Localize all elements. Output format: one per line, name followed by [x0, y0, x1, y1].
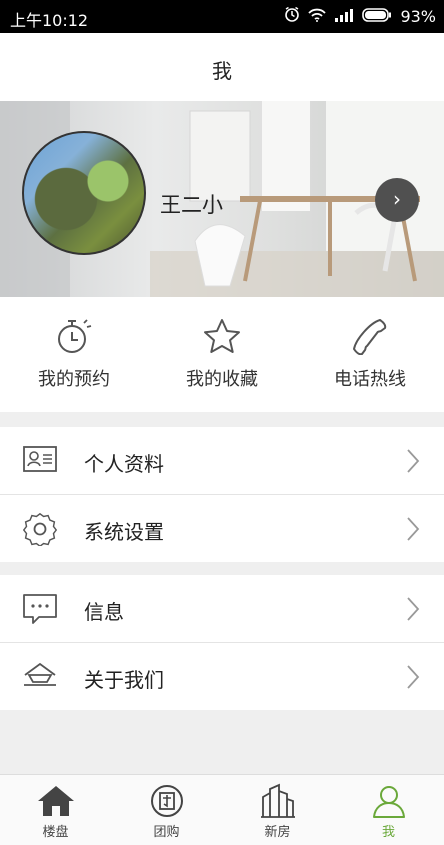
tab-label: 团购 [153, 825, 180, 840]
wifi-icon [308, 7, 327, 26]
tab-group-buy[interactable]: 团购 [111, 783, 222, 840]
id-card-icon [22, 444, 58, 478]
tab-bar: 楼盘 团购 新房 我 [0, 774, 444, 845]
menu-item-settings[interactable]: 系统设置 [0, 495, 444, 562]
menu-item-about[interactable]: 关于我们 [0, 643, 444, 710]
buildings-icon [222, 783, 333, 819]
user-icon [333, 783, 444, 819]
about-icon [22, 660, 58, 694]
status-bar: 上午10:12 93% [0, 0, 444, 33]
status-time: 上午10:12 [10, 11, 89, 30]
menu-item-label: 个人资料 [84, 452, 164, 476]
menu-group-account: 个人资料 系统设置 [0, 427, 444, 562]
menu-item-profile[interactable]: 个人资料 [0, 427, 444, 495]
gear-icon [22, 512, 58, 550]
profile-name: 王二小 [160, 193, 223, 217]
chevron-right-icon: › [393, 187, 401, 211]
menu-item-label: 信息 [84, 600, 124, 624]
quick-action-label: 我的预约 [38, 369, 110, 390]
battery-percent: 93% [400, 6, 436, 26]
alarm-icon [284, 6, 300, 26]
tab-me[interactable]: 我 [333, 783, 444, 840]
title-bar: 我 [0, 33, 444, 101]
quick-action-hotline[interactable]: 电话热线 [296, 317, 444, 391]
chevron-right-icon [406, 448, 420, 478]
quick-action-label: 电话热线 [334, 369, 406, 390]
tab-label: 楼盘 [42, 825, 69, 840]
tab-label: 我 [381, 825, 395, 840]
signal-icon [334, 7, 354, 26]
tab-properties[interactable]: 楼盘 [0, 783, 111, 840]
chevron-right-icon [406, 596, 420, 626]
menu-item-messages[interactable]: 信息 [0, 575, 444, 643]
message-icon [22, 592, 58, 630]
quick-action-favorites[interactable]: 我的收藏 [148, 317, 296, 391]
star-icon [148, 317, 296, 355]
quick-actions: 我的预约 我的收藏 电话热线 [0, 297, 444, 412]
tab-new-homes[interactable]: 新房 [222, 783, 333, 840]
status-icons: 93% [284, 6, 436, 26]
stopwatch-icon [0, 317, 148, 355]
house-icon [0, 783, 111, 819]
profile-banner[interactable]: 王二小 › [0, 101, 444, 297]
menu-item-label: 系统设置 [84, 520, 164, 544]
chevron-right-icon [406, 516, 420, 546]
quick-action-label: 我的收藏 [186, 369, 258, 390]
avatar[interactable] [22, 131, 146, 255]
phone-icon [296, 317, 444, 355]
menu-group-info: 信息 关于我们 [0, 575, 444, 710]
tab-label: 新房 [264, 825, 291, 840]
quick-action-appointments[interactable]: 我的预约 [0, 317, 148, 391]
profile-detail-button[interactable]: › [375, 178, 419, 222]
group-buy-icon [111, 783, 222, 819]
menu-item-label: 关于我们 [84, 668, 164, 692]
page-title: 我 [212, 59, 232, 83]
chevron-right-icon [406, 664, 420, 694]
battery-icon [362, 7, 392, 26]
